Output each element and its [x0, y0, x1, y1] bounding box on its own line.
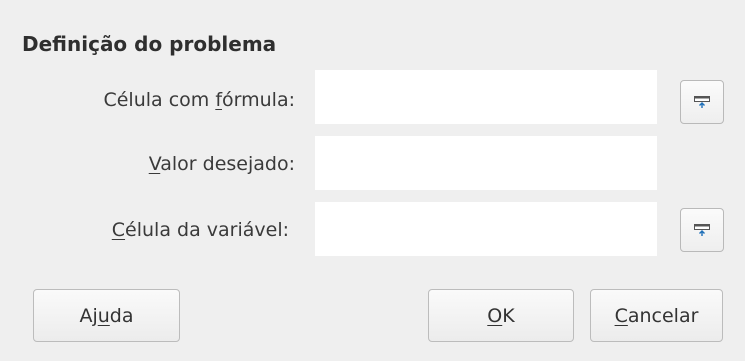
formula-cell-label: Célula com fórmula:	[0, 86, 295, 114]
shrink-icon	[694, 224, 710, 236]
variable-cell-shrink-button[interactable]	[680, 208, 724, 252]
help-button[interactable]: Aj u da	[33, 289, 180, 342]
target-value-input[interactable]	[315, 136, 657, 190]
shrink-icon	[694, 96, 710, 108]
help-button-accel: u	[97, 304, 110, 327]
variable-cell-label-accel: C	[111, 219, 126, 241]
ok-button[interactable]: OK	[428, 289, 574, 342]
goal-seek-dialog: Definição do problema Célula com fórmula…	[0, 0, 745, 361]
variable-cell-input[interactable]	[315, 202, 657, 256]
cancel-button-accel: C	[614, 304, 628, 327]
formula-cell-shrink-button[interactable]	[680, 80, 724, 124]
help-button-pre: Aj	[79, 304, 98, 327]
target-value-label-accel: V	[148, 153, 161, 175]
target-value-label: Valor desejado:	[0, 150, 295, 178]
section-title: Definição do problema	[22, 32, 277, 56]
formula-cell-label-post: órmula:	[222, 89, 295, 111]
cancel-button[interactable]: Cancelar	[590, 289, 723, 342]
cancel-button-post: ancelar	[627, 304, 699, 327]
formula-cell-label-pre: Célula com	[103, 89, 216, 111]
help-button-post: da	[109, 304, 134, 327]
ok-button-accel: O	[487, 304, 503, 327]
formula-cell-label-accel: f	[215, 89, 223, 111]
formula-cell-input[interactable]	[315, 70, 657, 124]
variable-cell-label-post: élula da variável:	[125, 219, 289, 241]
target-value-label-post: alor desejado:	[160, 153, 295, 175]
ok-button-post: K	[502, 304, 515, 327]
variable-cell-label: Célula da variável:	[0, 216, 289, 244]
